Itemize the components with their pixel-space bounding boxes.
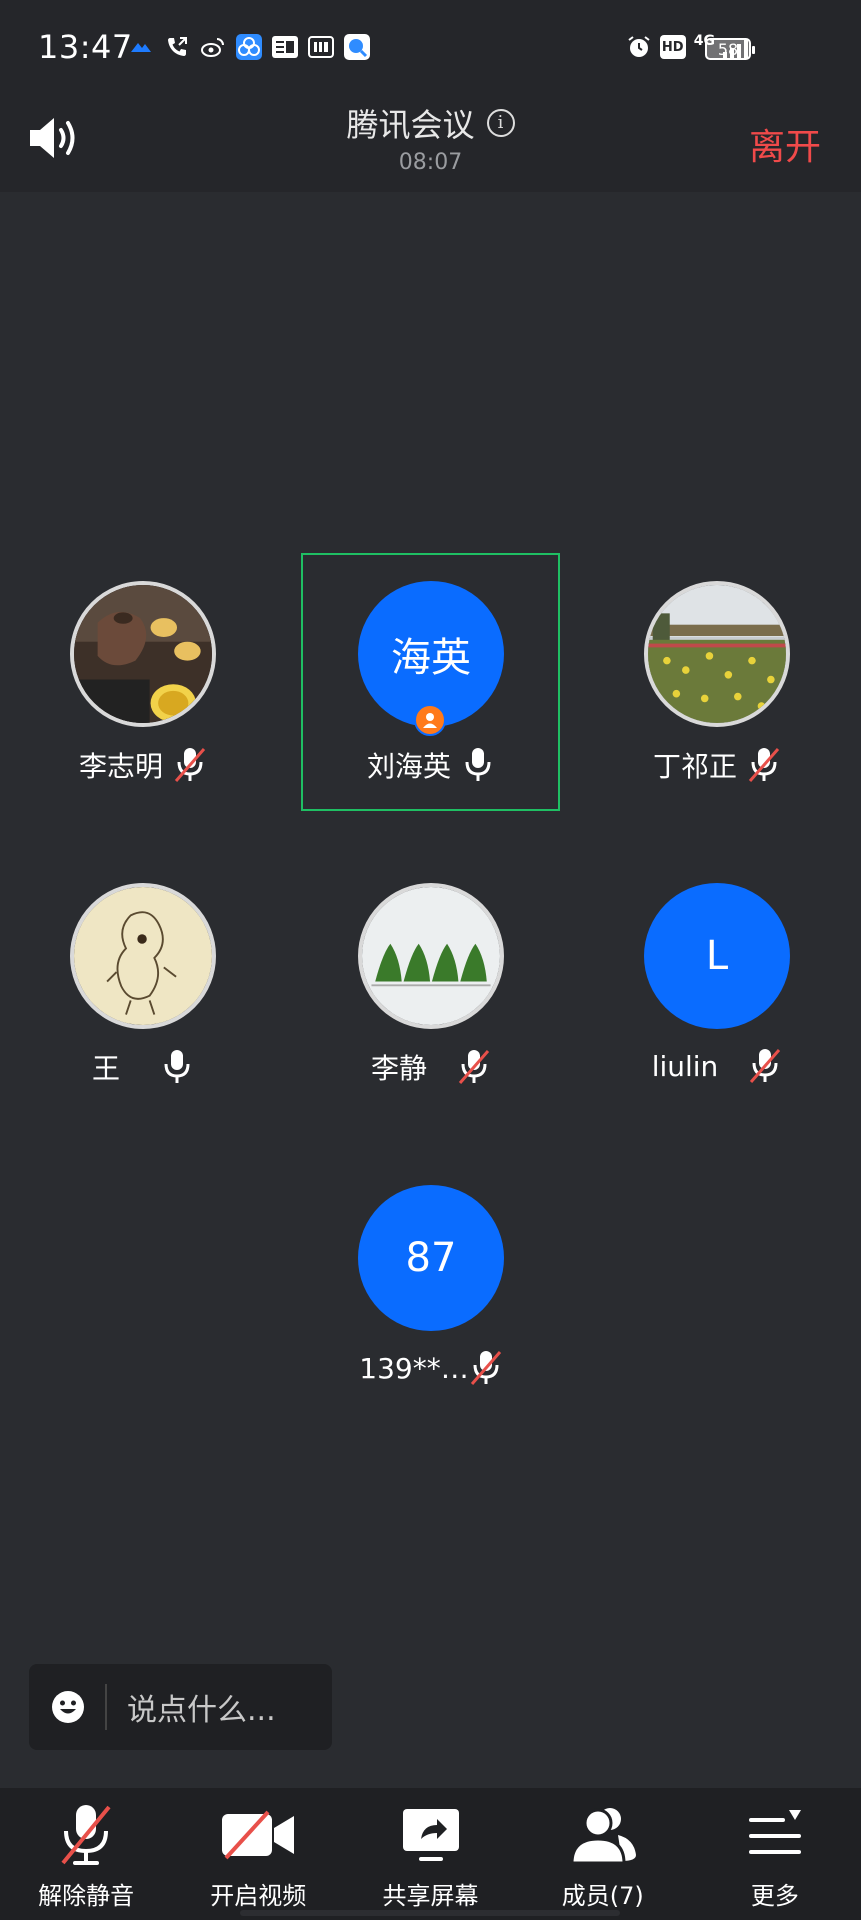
share-screen-button[interactable]: 共享屏幕 xyxy=(344,1788,516,1920)
mic-muted-icon xyxy=(46,1802,126,1868)
participant-name: 王 xyxy=(91,1052,120,1085)
home-indicator xyxy=(240,1910,620,1916)
battery-indicator: 58 xyxy=(705,38,755,60)
notification-icons xyxy=(128,34,370,60)
avatar xyxy=(644,581,790,727)
participant-info: 李志明 xyxy=(13,745,273,785)
avatar xyxy=(70,581,216,727)
avatar: 87 xyxy=(358,1185,504,1331)
unmute-label: 解除静音 xyxy=(38,1882,135,1910)
chat-input[interactable]: 说点什么... xyxy=(29,1664,332,1750)
phone-icon xyxy=(164,34,190,60)
participant-info: 李静 xyxy=(301,1047,561,1087)
mic-muted-icon xyxy=(747,746,781,784)
participant-info: liulin xyxy=(587,1047,847,1085)
participant-tile[interactable]: 李静 xyxy=(301,855,561,1115)
alarm-icon xyxy=(626,34,652,60)
members-button[interactable]: 成员(7) xyxy=(517,1788,689,1920)
app-icon xyxy=(236,34,262,60)
avatar xyxy=(358,883,504,1029)
status-bar: 13:47 HD 4G 58 xyxy=(0,0,861,96)
participant-name: 李静 xyxy=(370,1052,427,1085)
emoji-icon[interactable] xyxy=(51,1690,85,1724)
chat-app-icon xyxy=(344,34,370,60)
participant-tile[interactable]: 海英 刘海英 xyxy=(301,553,561,813)
participant-info: 丁祁正 xyxy=(587,745,847,785)
share-screen-icon xyxy=(391,1802,471,1868)
members-label: 成员(7) xyxy=(561,1882,644,1910)
members-icon xyxy=(563,1802,643,1868)
participant-info: 刘海英 xyxy=(301,745,561,785)
mic-muted-icon xyxy=(469,1349,503,1387)
toutiao-icon xyxy=(272,34,298,60)
participant-tile[interactable]: 王 xyxy=(13,855,273,1115)
meeting-header: 腾讯会议 i 08:07 离开 xyxy=(0,96,861,192)
divider xyxy=(105,1684,107,1730)
chat-placeholder: 说点什么... xyxy=(127,1693,276,1728)
weibo-icon xyxy=(200,34,226,60)
meeting-toolbar: 解除静音 开启视频 共享屏幕 成员(7) 更多 xyxy=(0,1788,861,1920)
start-video-label: 开启视频 xyxy=(210,1882,307,1910)
participant-name: 刘海英 xyxy=(366,750,451,783)
mic-muted-icon xyxy=(457,1048,491,1086)
start-video-button[interactable]: 开启视频 xyxy=(172,1788,344,1920)
host-badge-icon xyxy=(414,704,446,736)
meeting-duration: 08:07 xyxy=(398,150,463,175)
participant-name: liulin xyxy=(651,1049,719,1083)
participant-info: 139**… xyxy=(301,1349,561,1387)
share-screen-label: 共享屏幕 xyxy=(382,1882,479,1910)
participant-name: 丁祁正 xyxy=(652,750,737,783)
avatar: L xyxy=(644,883,790,1029)
mic-muted-icon xyxy=(748,1047,782,1085)
status-time: 13:47 xyxy=(38,28,133,66)
video-off-icon xyxy=(218,1802,298,1868)
info-icon[interactable]: i xyxy=(486,109,515,137)
app-icon xyxy=(128,34,154,60)
hd-icon: HD xyxy=(659,35,686,59)
unmute-button[interactable]: 解除静音 xyxy=(0,1788,172,1920)
more-label: 更多 xyxy=(750,1882,799,1910)
participant-tile[interactable]: 87 139**… xyxy=(301,1157,561,1417)
participant-name: 139**… xyxy=(359,1351,469,1385)
meeting-title: 腾讯会议 xyxy=(346,106,475,144)
participant-tile[interactable]: 李志明 xyxy=(13,553,273,813)
participant-tile[interactable]: L liulin xyxy=(587,855,847,1115)
participant-name: 李志明 xyxy=(78,750,163,783)
more-button[interactable]: 更多 xyxy=(689,1788,861,1920)
mic-icon xyxy=(160,1048,194,1086)
leave-button[interactable]: 离开 xyxy=(749,118,821,170)
avatar xyxy=(70,883,216,1029)
mic-icon xyxy=(461,746,495,784)
mic-muted-icon xyxy=(173,746,207,784)
more-menu-icon xyxy=(735,1802,815,1868)
meeting-title-area: 腾讯会议 i 08:07 xyxy=(0,100,861,175)
participant-info: 王 xyxy=(13,1047,273,1087)
participant-tile[interactable]: 丁祁正 xyxy=(587,553,847,813)
iqiyi-icon xyxy=(308,34,334,60)
